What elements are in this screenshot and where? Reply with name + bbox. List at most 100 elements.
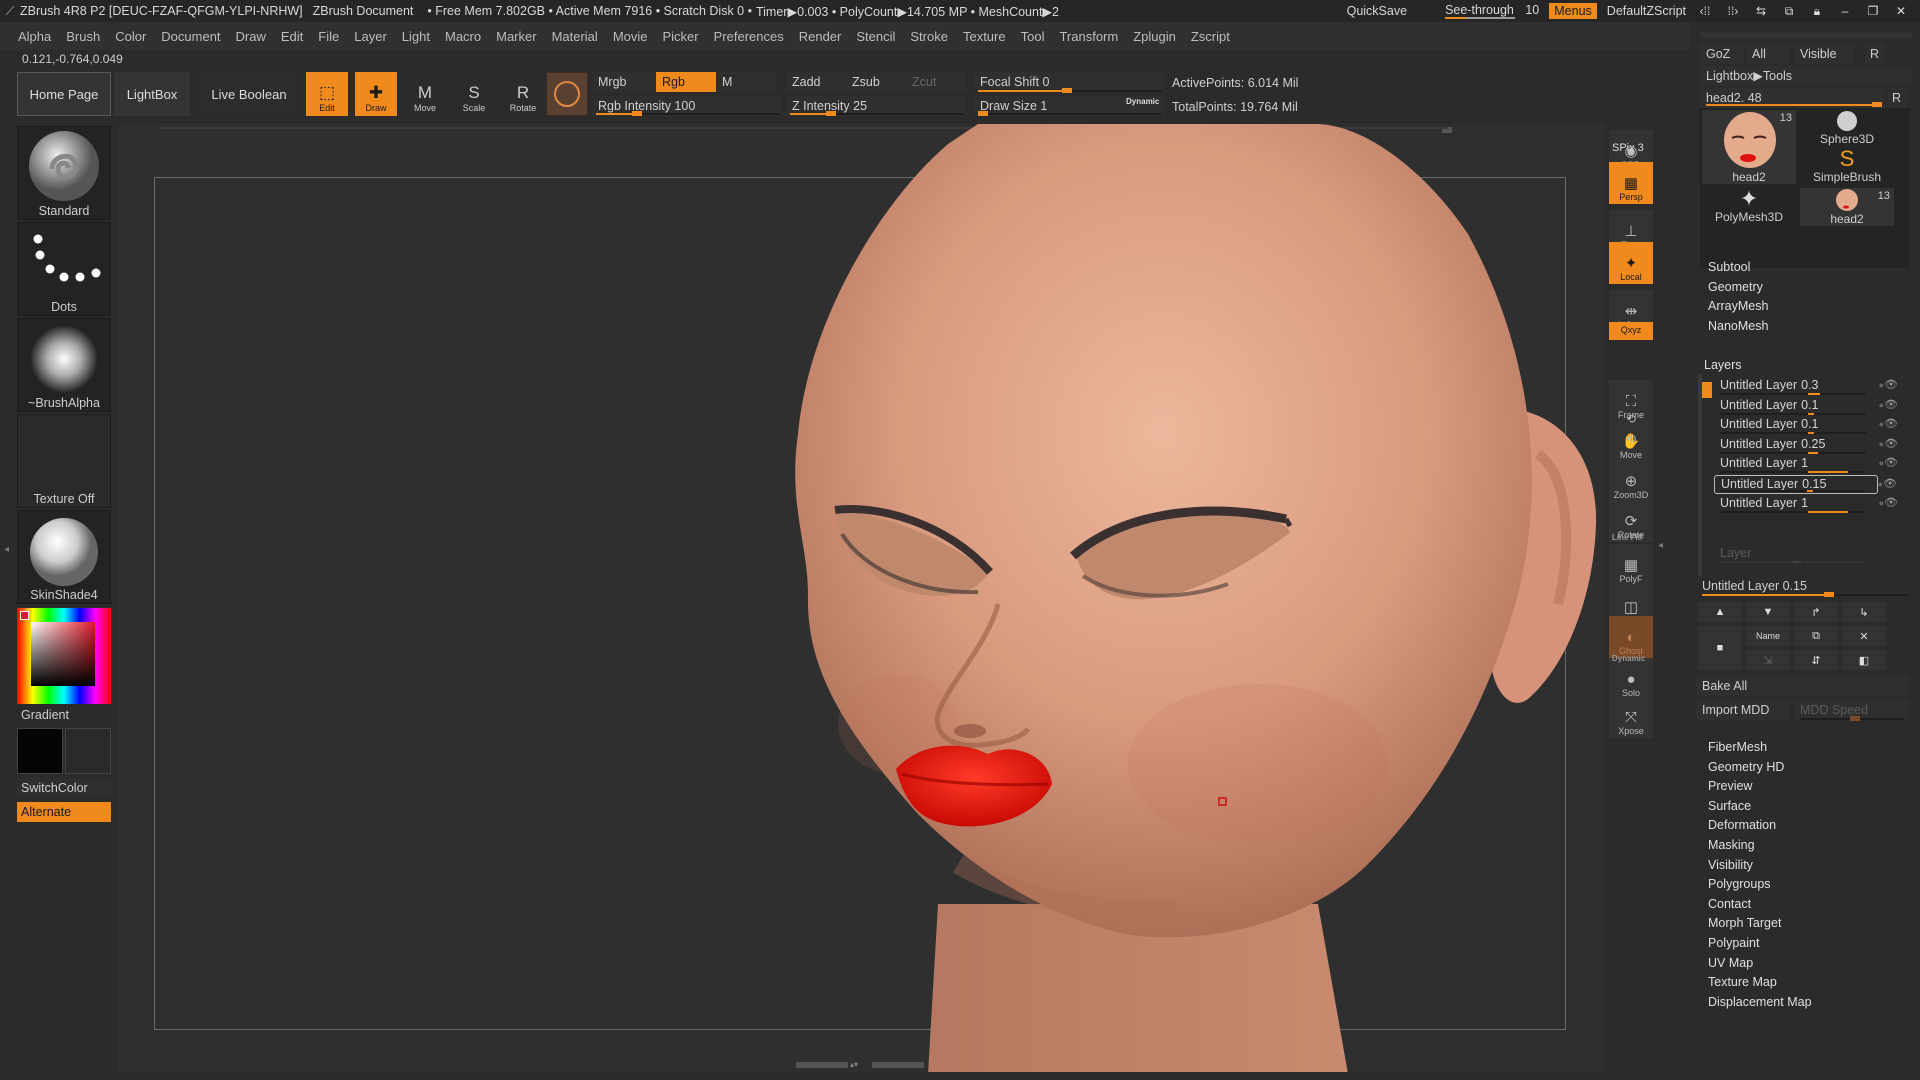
layer-visibility-eye-icon[interactable]: 👁︎ xyxy=(1883,476,1897,493)
solo-button[interactable]: ● Solo xyxy=(1609,658,1653,700)
section-subtool[interactable]: Subtool xyxy=(1708,260,1750,274)
layer-strength-slider[interactable] xyxy=(1720,412,1866,415)
spix-setting[interactable]: SPix 3 xyxy=(1612,142,1644,154)
menu-zplugin[interactable]: Zplugin xyxy=(1133,29,1176,44)
layers-section-title[interactable]: Layers xyxy=(1704,358,1742,372)
live-boolean-button[interactable]: Live Boolean xyxy=(200,72,298,116)
menu-macro[interactable]: Macro xyxy=(445,29,481,44)
visible-button[interactable]: Visible xyxy=(1794,44,1854,64)
persp-button[interactable]: ▦ Persp xyxy=(1609,162,1653,204)
layer-up-icon[interactable]: ▲ xyxy=(1698,602,1742,622)
layer-visibility-eye-icon[interactable]: 👁︎ xyxy=(1884,397,1898,414)
layer-row[interactable]: Untitled Layer 0.1 ● 👁︎ xyxy=(1714,416,1898,435)
all-button[interactable]: All xyxy=(1746,44,1790,64)
brush-stroke-icon[interactable] xyxy=(546,72,588,116)
quicksave-button[interactable]: QuickSave xyxy=(1347,4,1407,18)
section-geometry[interactable]: Geometry xyxy=(1708,280,1763,294)
alternate-button[interactable]: Alternate xyxy=(17,802,111,822)
current-layer-slider[interactable]: Untitled Layer 0.15 xyxy=(1696,576,1908,596)
secondary-color-swatch[interactable] xyxy=(65,728,111,774)
section-fibermesh[interactable]: FiberMesh xyxy=(1708,740,1767,754)
section-uv-map[interactable]: UV Map xyxy=(1708,956,1753,970)
layer-strength-slider[interactable] xyxy=(1720,393,1866,395)
layer-row[interactable]: Untitled Layer 0.1 ● 👁︎ xyxy=(1714,397,1898,416)
document-canvas[interactable]: ▴▾ xyxy=(118,124,1604,1072)
menu-texture[interactable]: Texture xyxy=(963,29,1006,44)
edit-mode-button[interactable]: ⬚ Edit xyxy=(306,72,348,116)
menu-light[interactable]: Light xyxy=(402,29,430,44)
menu-brush[interactable]: Brush xyxy=(66,29,100,44)
menu-alpha[interactable]: Alpha xyxy=(18,29,51,44)
qxyz-button[interactable]: Qxyz xyxy=(1609,322,1653,340)
rgb-button[interactable]: Rgb xyxy=(656,72,716,92)
draw-mode-button[interactable]: ✚ Draw xyxy=(355,72,397,116)
layer-options-icon[interactable]: ◧ xyxy=(1842,650,1886,670)
layer-strength-slider[interactable] xyxy=(1720,432,1866,435)
tool-thumb-polymesh3d[interactable]: ✦ PolyMesh3D xyxy=(1702,188,1796,225)
menu-preferences[interactable]: Preferences xyxy=(714,29,784,44)
brush-selector[interactable]: Standard xyxy=(17,126,111,220)
section-deformation[interactable]: Deformation xyxy=(1708,818,1776,832)
menu-edit[interactable]: Edit xyxy=(281,29,303,44)
layer-merge-icon[interactable]: ↳ xyxy=(1842,602,1886,622)
layer-row[interactable]: Untitled Layer 1 ● 👁︎ xyxy=(1714,455,1898,474)
layer-row[interactable]: Untitled Layer 0.25 ● 👁︎ xyxy=(1714,436,1898,455)
rotate-mode-button[interactable]: R Rotate xyxy=(502,72,544,116)
layer-copy-icon[interactable]: ⧉ xyxy=(1794,626,1838,646)
import-mdd-button[interactable]: Import MDD xyxy=(1696,700,1790,720)
zsub-button[interactable]: Zsub xyxy=(846,72,906,92)
color-picker[interactable] xyxy=(17,608,111,704)
layout-bars-icon[interactable]: ⁞⁞› xyxy=(1724,4,1742,18)
alpha-selector[interactable]: ~BrushAlpha xyxy=(17,318,111,412)
section-masking[interactable]: Masking xyxy=(1708,838,1755,852)
section-displacement-map[interactable]: Displacement Map xyxy=(1708,995,1812,1009)
gradient-label[interactable]: Gradient xyxy=(21,708,69,722)
collapse-left-icon[interactable]: ◂ xyxy=(4,544,10,572)
menu-material[interactable]: Material xyxy=(552,29,598,44)
section-texture-map[interactable]: Texture Map xyxy=(1708,975,1777,989)
scale-mode-button[interactable]: S Scale xyxy=(453,72,495,116)
section-polypaint[interactable]: Polypaint xyxy=(1708,936,1759,950)
polyf-button[interactable]: ▦ PolyF xyxy=(1609,544,1653,586)
section-morph-target[interactable]: Morph Target xyxy=(1708,916,1781,930)
menu-stroke[interactable]: Stroke xyxy=(910,29,948,44)
menu-render[interactable]: Render xyxy=(799,29,842,44)
close-icon[interactable]: ✕ xyxy=(1892,4,1910,18)
switch-color-button[interactable]: SwitchColor xyxy=(17,778,111,798)
dynamic-size-toggle[interactable]: Dynamic xyxy=(1126,97,1159,106)
orbit-reverse-icon[interactable]: ⟲ xyxy=(1626,432,1636,446)
layer-strength-slider[interactable] xyxy=(1721,490,1865,492)
tool-thumb-simplebrush[interactable]: S SimpleBrush xyxy=(1800,148,1894,185)
menu-tool[interactable]: Tool xyxy=(1021,29,1045,44)
layer-row[interactable]: Untitled Layer 1 ● 👁︎ xyxy=(1714,495,1898,514)
layer-delete-icon[interactable]: ✕ xyxy=(1842,626,1886,646)
canvas-bottom-handle[interactable]: ▴▾ xyxy=(796,1061,924,1069)
menu-stencil[interactable]: Stencil xyxy=(856,29,895,44)
lightbox-tools-button[interactable]: Lightbox▶Tools xyxy=(1700,66,1912,86)
menus-toggle-button[interactable]: Menus xyxy=(1549,3,1597,19)
layout-arrows-icon[interactable]: ‹⁞⁞ xyxy=(1696,4,1714,18)
layer-split-icon[interactable]: ↱ xyxy=(1794,602,1838,622)
orbit-icon[interactable]: ⟲ xyxy=(1626,412,1636,426)
see-through-slider[interactable]: See-through 10 xyxy=(1445,3,1539,19)
stroke-selector[interactable]: Dots xyxy=(17,222,111,316)
section-polygroups[interactable]: Polygroups xyxy=(1708,877,1771,891)
material-selector[interactable]: SkinShade4 xyxy=(17,510,111,604)
zadd-button[interactable]: Zadd xyxy=(786,72,846,92)
tool-thumb-sphere3d[interactable]: Sphere3D xyxy=(1800,110,1894,146)
tool-r-button[interactable]: R xyxy=(1888,88,1908,108)
move-mode-button[interactable]: M Move xyxy=(404,72,446,116)
section-nanomesh[interactable]: NanoMesh xyxy=(1708,319,1768,333)
mrgb-button[interactable]: Mrgb xyxy=(592,72,656,92)
menu-movie[interactable]: Movie xyxy=(613,29,648,44)
menu-draw[interactable]: Draw xyxy=(236,29,266,44)
layer-visibility-eye-icon[interactable]: 👁︎ xyxy=(1884,455,1898,472)
menu-color[interactable]: Color xyxy=(115,29,146,44)
section-arraymesh[interactable]: ArrayMesh xyxy=(1708,299,1768,313)
texture-selector[interactable]: Texture Off xyxy=(17,414,111,508)
layer-name-button[interactable]: Name xyxy=(1746,626,1790,646)
section-contact[interactable]: Contact xyxy=(1708,897,1751,911)
menu-transform[interactable]: Transform xyxy=(1059,29,1118,44)
menu-picker[interactable]: Picker xyxy=(663,29,699,44)
layer-row[interactable]: Untitled Layer 0.3 ● 👁︎ xyxy=(1714,377,1898,396)
